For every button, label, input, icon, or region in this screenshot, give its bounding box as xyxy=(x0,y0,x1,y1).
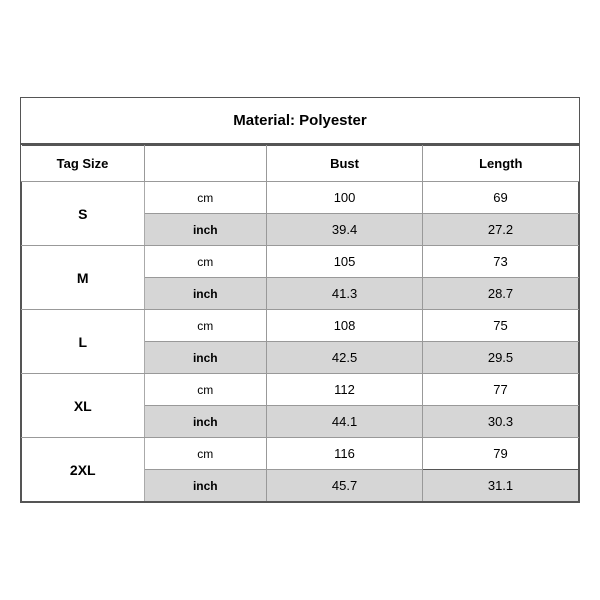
bust-header: Bust xyxy=(267,146,423,182)
tag-size-header: Tag Size xyxy=(22,146,145,182)
table-row: 2XLcm11679 xyxy=(22,438,579,470)
tag-size-cell: M xyxy=(22,246,145,310)
length-inch-value: 28.7 xyxy=(423,278,579,310)
length-header: Length xyxy=(423,146,579,182)
unit-inch-cell: inch xyxy=(144,342,267,374)
length-inch-value: 29.5 xyxy=(423,342,579,374)
table-header: Tag Size Bust Length xyxy=(22,146,579,182)
bust-inch-value: 41.3 xyxy=(267,278,423,310)
unit-inch-cell: inch xyxy=(144,214,267,246)
tag-size-cell: L xyxy=(22,310,145,374)
table-row: Scm10069 xyxy=(22,182,579,214)
length-cm-value: 77 xyxy=(423,374,579,406)
table-row: Mcm10573 xyxy=(22,246,579,278)
size-chart: Material: Polyester Tag Size Bust Length… xyxy=(20,97,580,503)
bust-cm-value: 116 xyxy=(267,438,423,470)
bust-inch-value: 39.4 xyxy=(267,214,423,246)
length-cm-value: 73 xyxy=(423,246,579,278)
table-row: XLcm11277 xyxy=(22,374,579,406)
table-row: Lcm10875 xyxy=(22,310,579,342)
unit-inch-cell: inch xyxy=(144,278,267,310)
length-inch-value: 31.1 xyxy=(423,470,579,502)
length-inch-value: 30.3 xyxy=(423,406,579,438)
unit-cm-cell: cm xyxy=(144,246,267,278)
bust-cm-value: 112 xyxy=(267,374,423,406)
bust-inch-value: 42.5 xyxy=(267,342,423,374)
bust-cm-value: 100 xyxy=(267,182,423,214)
bust-cm-value: 108 xyxy=(267,310,423,342)
unit-inch-cell: inch xyxy=(144,406,267,438)
length-inch-value: 27.2 xyxy=(423,214,579,246)
unit-inch-cell: inch xyxy=(144,470,267,502)
unit-cm-cell: cm xyxy=(144,182,267,214)
length-cm-value: 69 xyxy=(423,182,579,214)
tag-size-cell: 2XL xyxy=(22,438,145,502)
bust-inch-value: 45.7 xyxy=(267,470,423,502)
bust-inch-value: 44.1 xyxy=(267,406,423,438)
chart-title: Material: Polyester xyxy=(21,98,579,144)
tag-size-cell: S xyxy=(22,182,145,246)
unit-cm-cell: cm xyxy=(144,438,267,470)
unit-header xyxy=(144,146,267,182)
bust-cm-value: 105 xyxy=(267,246,423,278)
length-cm-value: 79 xyxy=(423,438,579,470)
unit-cm-cell: cm xyxy=(144,310,267,342)
tag-size-cell: XL xyxy=(22,374,145,438)
unit-cm-cell: cm xyxy=(144,374,267,406)
length-cm-value: 75 xyxy=(423,310,579,342)
